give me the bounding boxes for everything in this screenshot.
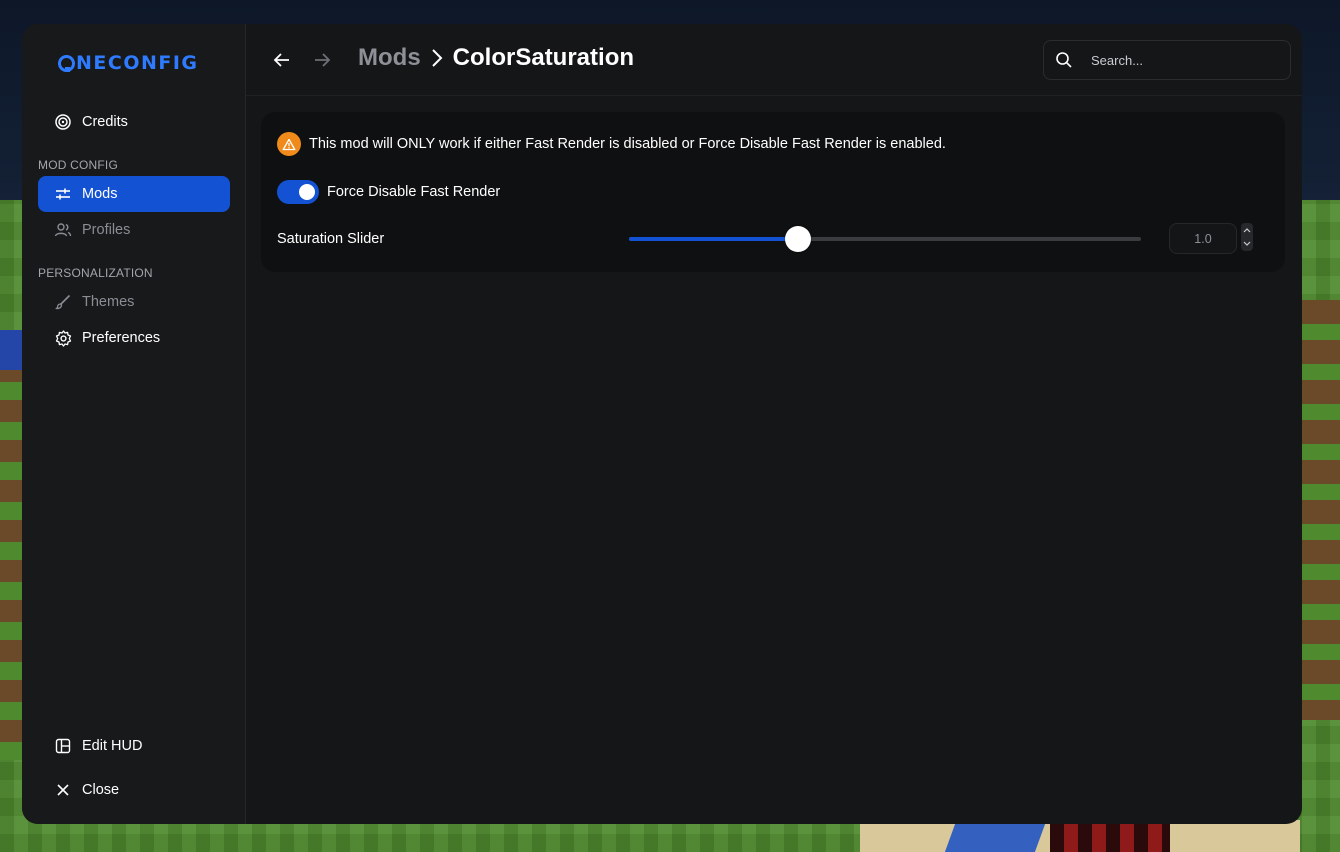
warning-icon [277,132,301,156]
gear-icon [54,329,72,347]
sidebar-item-label: Mods [82,186,118,202]
search-placeholder: Search... [1091,52,1144,68]
layout-icon [54,737,72,755]
warning-row: This mod will ONLY work if either Fast R… [277,132,946,156]
section-label-personalization: PERSONALIZATION [38,266,153,280]
slider-thumb[interactable] [784,226,811,252]
sidebar-item-themes[interactable]: Themes [38,284,230,320]
top-bar: Mods ColorSaturation Search... [246,24,1302,96]
sidebar-item-preferences[interactable]: Preferences [38,320,230,356]
logo-o-icon [58,54,75,72]
edit-hud-button[interactable]: Edit HUD [38,728,230,764]
toggle-knob [299,184,315,200]
close-icon [54,781,72,799]
value-stepper[interactable] [1241,223,1253,251]
sidebar-item-mods[interactable]: Mods [38,176,230,212]
section-label-mod-config: MOD CONFIG [38,158,118,172]
sidebar-item-label: Credits [82,114,128,130]
chevron-down-icon[interactable] [1243,241,1251,247]
oneconfig-logo: NECONFIG [58,52,199,74]
sidebar-item-label: Themes [82,294,135,310]
back-arrow-icon[interactable] [271,50,293,70]
force-disable-fast-render-row: Force Disable Fast Render [277,180,500,204]
chevron-right-icon [431,48,443,68]
main-panel: Mods ColorSaturation Search... This mod … [246,24,1302,824]
forward-arrow-icon[interactable] [311,50,333,70]
breadcrumb: Mods ColorSaturation [358,44,634,72]
sliders-icon [54,185,72,203]
close-button[interactable]: Close [38,772,230,808]
sidebar-item-credits[interactable]: Credits [38,104,230,140]
saturation-slider[interactable] [629,226,1141,252]
breadcrumb-parent[interactable]: Mods [358,44,421,72]
close-label: Close [82,782,120,798]
credits-icon [54,113,72,131]
slider-fill [629,237,798,241]
sidebar: NECONFIG Credits MOD CONFIG Mods Profile… [22,24,246,824]
sidebar-item-label: Preferences [82,330,161,346]
force-disable-fast-render-toggle[interactable] [277,180,319,204]
oneconfig-window: NECONFIG Credits MOD CONFIG Mods Profile… [22,24,1302,824]
search-input[interactable]: Search... [1043,40,1291,80]
edit-hud-label: Edit HUD [82,738,143,754]
users-icon [54,221,72,239]
saturation-value-input[interactable]: 1.0 [1169,223,1237,254]
chevron-up-icon[interactable] [1243,227,1251,233]
sidebar-item-label: Profiles [82,222,131,238]
warning-text: This mod will ONLY work if either Fast R… [309,136,946,152]
mod-config-card: This mod will ONLY work if either Fast R… [261,112,1285,272]
brush-icon [54,293,72,311]
breadcrumb-current: ColorSaturation [452,44,635,71]
sidebar-item-profiles[interactable]: Profiles [38,212,230,248]
search-icon [1054,50,1074,70]
toggle-label: Force Disable Fast Render [327,184,501,200]
saturation-slider-label: Saturation Slider [277,231,385,247]
